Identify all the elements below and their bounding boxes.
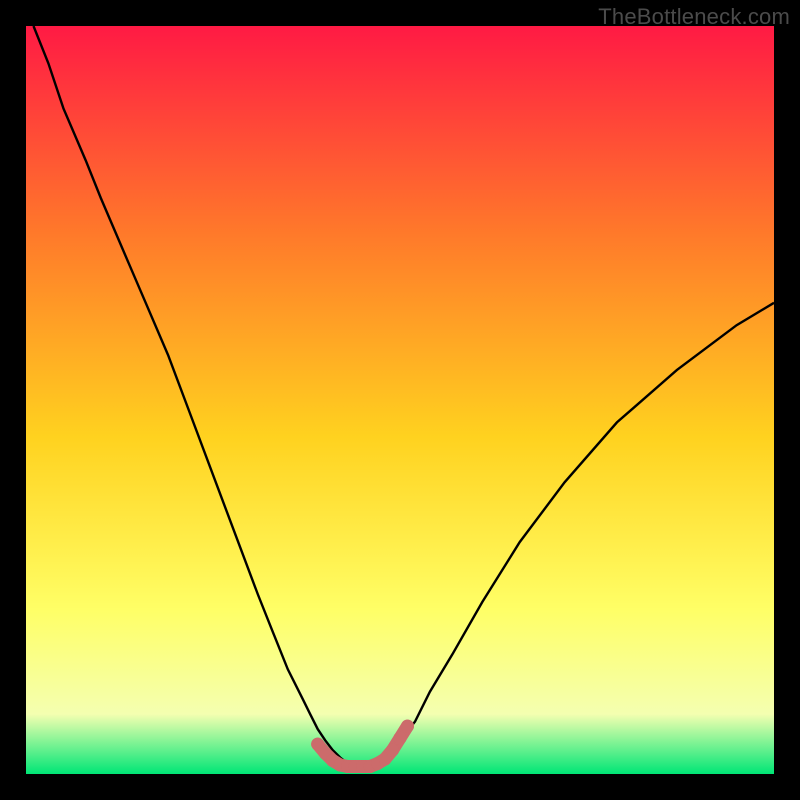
outer-frame: TheBottleneck.com: [0, 0, 800, 800]
chart-plot-area: [26, 26, 774, 774]
chart-svg: [26, 26, 774, 774]
marker-dot: [394, 732, 407, 745]
gradient-background: [26, 26, 774, 774]
marker-dot: [401, 720, 414, 733]
marker-dot: [386, 744, 399, 757]
